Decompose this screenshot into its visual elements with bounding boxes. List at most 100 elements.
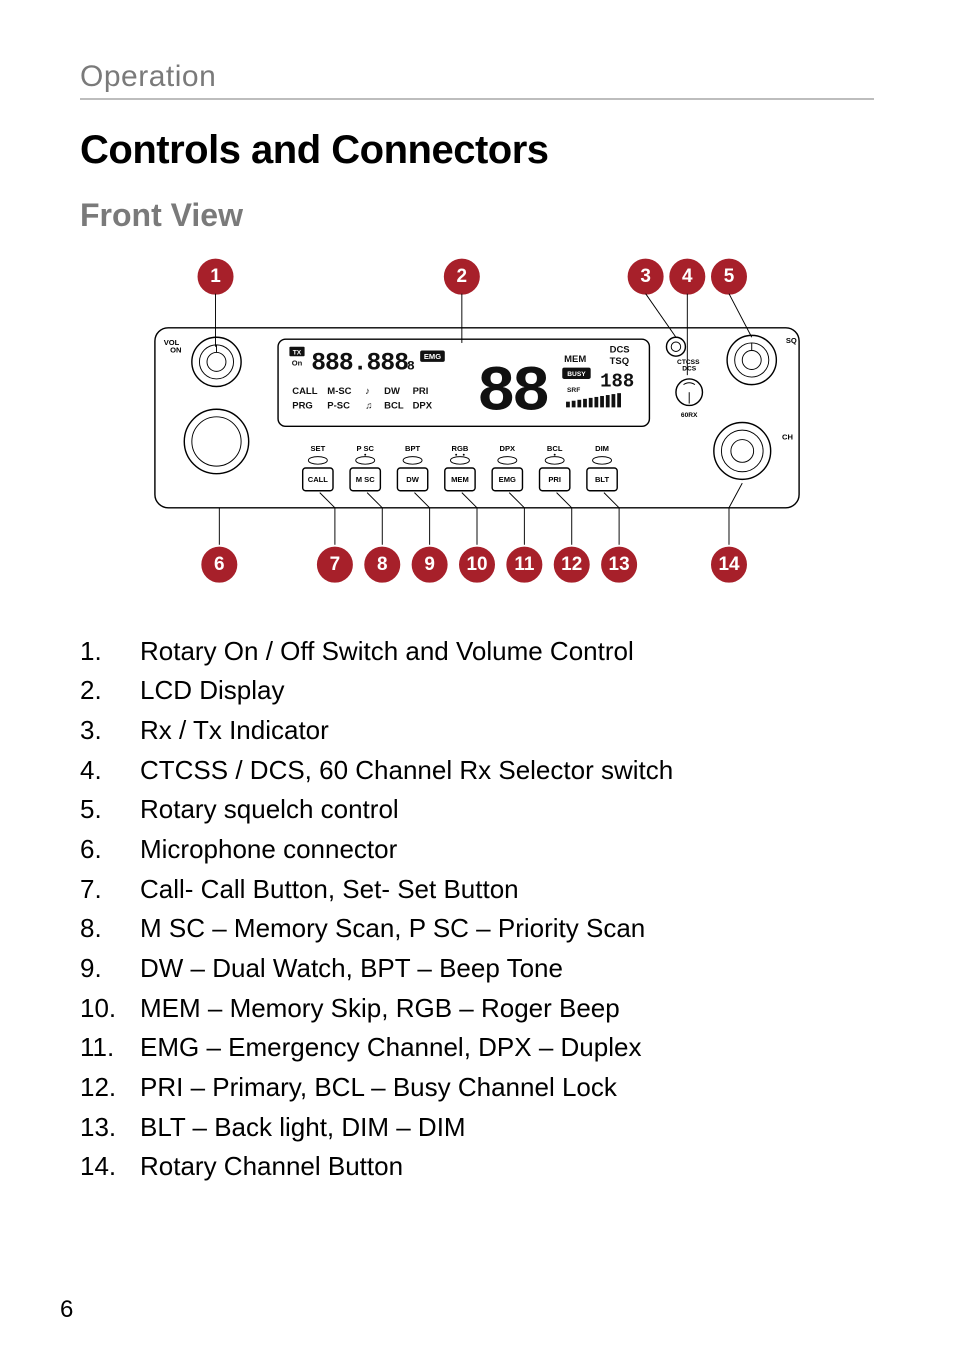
section-label: Operation [80, 60, 874, 100]
callout-4: 4 [668, 258, 706, 296]
legend-item-text: M SC – Memory Scan, P SC – Priority Scan [140, 910, 645, 948]
btn-oval-3 [450, 457, 469, 465]
legend-item: 11.EMG – Emergency Channel, DPX – Duplex [80, 1029, 874, 1067]
legend-item-text: DW – Dual Watch, BPT – Beep Tone [140, 950, 563, 988]
svg-text:7: 7 [330, 554, 341, 575]
callout-12: 12 [553, 546, 591, 584]
svg-text:8: 8 [407, 358, 415, 373]
svg-text:9: 9 [424, 554, 435, 575]
callout-6: 6 [200, 546, 238, 584]
svg-text:SQ: SQ [786, 336, 797, 345]
btn-top-label-0: SET [310, 444, 325, 453]
btn-top-label-2: BPT [405, 444, 421, 453]
legend-item-number: 1. [80, 633, 140, 671]
btn-oval-0 [308, 457, 327, 465]
legend-item-text: MEM – Memory Skip, RGB – Roger Beep [140, 990, 620, 1028]
btn-oval-2 [403, 457, 422, 465]
btn-top-label-4: DPX [500, 444, 516, 453]
callout-10: 10 [458, 546, 496, 584]
svg-text:DCS: DCS [610, 344, 630, 355]
svg-text:10: 10 [466, 554, 487, 575]
legend-item: 10.MEM – Memory Skip, RGB – Roger Beep [80, 990, 874, 1028]
legend-item-text: BLT – Back light, DIM – DIM [140, 1109, 466, 1147]
lcd-row1-4: PRI [413, 386, 429, 397]
svg-text:BUSY: BUSY [567, 371, 586, 378]
svg-text:TSQ: TSQ [610, 356, 629, 367]
svg-text:13: 13 [609, 554, 630, 575]
callout-1: 1 [197, 258, 235, 296]
lcd-row1-3: DW [384, 386, 400, 397]
callout-3: 3 [627, 258, 665, 296]
legend-item-text: Rotary squelch control [140, 791, 399, 829]
svg-text:8: 8 [377, 554, 388, 575]
svg-text:60RX: 60RX [681, 412, 698, 419]
btn-oval-4 [498, 457, 517, 465]
legend-list: 1.Rotary On / Off Switch and Volume Cont… [80, 633, 874, 1187]
btn-bottom-label-5: PRI [548, 475, 561, 484]
front-view-diagram: 12345 VOL ON [80, 252, 874, 603]
svg-text:On: On [292, 359, 303, 368]
legend-item-number: 8. [80, 910, 140, 948]
svg-text:4: 4 [682, 266, 693, 287]
btn-bottom-label-4: EMG [499, 475, 516, 484]
btn-top-label-3: RGB [452, 444, 469, 453]
lcd-channel-big: 88 [477, 356, 548, 429]
svg-text:CTCSS DCS: CTCSS DCS [677, 359, 701, 373]
rx-tx-indicator-icon [666, 337, 685, 356]
callout-13: 13 [600, 546, 638, 584]
legend-item: 4.CTCSS / DCS, 60 Channel Rx Selector sw… [80, 752, 874, 790]
svg-text:12: 12 [561, 554, 582, 575]
svg-text:TX: TX [293, 349, 302, 356]
svg-text:14: 14 [718, 554, 740, 575]
svg-text:5: 5 [724, 266, 735, 287]
legend-item: 9.DW – Dual Watch, BPT – Beep Tone [80, 950, 874, 988]
svg-text:SRF: SRF [567, 387, 580, 394]
legend-item-text: CTCSS / DCS, 60 Channel Rx Selector swit… [140, 752, 673, 790]
btn-oval-5 [545, 457, 564, 465]
legend-item-number: 4. [80, 752, 140, 790]
svg-text:6: 6 [214, 554, 225, 575]
mic-connector-icon [184, 409, 248, 473]
legend-item: 14.Rotary Channel Button [80, 1148, 874, 1186]
legend-item: 6.Microphone connector [80, 831, 874, 869]
legend-item-text: Rotary Channel Button [140, 1148, 403, 1186]
svg-text:11: 11 [514, 554, 534, 575]
radio-front-panel-svg: 12345 VOL ON [117, 252, 837, 603]
legend-item-number: 3. [80, 712, 140, 750]
legend-item-number: 6. [80, 831, 140, 869]
lcd-row2-3: BCL [384, 400, 404, 411]
legend-item: 2.LCD Display [80, 672, 874, 710]
svg-text:EMG: EMG [424, 352, 441, 361]
lcd-frequency: 888.888 [311, 349, 408, 377]
channel-knob-icon [714, 423, 771, 480]
legend-item: 3.Rx / Tx Indicator [80, 712, 874, 750]
svg-text:MEM: MEM [564, 354, 586, 365]
lcd-row2-4: DPX [413, 400, 433, 411]
svg-text:188: 188 [600, 371, 634, 393]
legend-item-text: EMG – Emergency Channel, DPX – Duplex [140, 1029, 641, 1067]
lcd-row1-2: ♪ [365, 386, 370, 397]
callout-7: 7 [316, 546, 354, 584]
lcd-row2-1: P-SC [327, 400, 350, 411]
legend-item-number: 9. [80, 950, 140, 988]
callout-5: 5 [710, 258, 748, 296]
legend-item: 13.BLT – Back light, DIM – DIM [80, 1109, 874, 1147]
btn-bottom-label-3: MEM [451, 475, 469, 484]
legend-item: 8.M SC – Memory Scan, P SC – Priority Sc… [80, 910, 874, 948]
legend-item-text: LCD Display [140, 672, 285, 710]
legend-item-number: 2. [80, 672, 140, 710]
callout-9: 9 [411, 546, 449, 584]
lcd-row2-0: PRG [292, 400, 313, 411]
callout-11: 11 [505, 546, 543, 584]
btn-bottom-label-6: BLT [595, 475, 610, 484]
legend-item: 12.PRI – Primary, BCL – Busy Channel Loc… [80, 1069, 874, 1107]
btn-bottom-label-1: M SC [356, 475, 375, 484]
page-number: 6 [60, 1296, 73, 1324]
signal-bars-icon [566, 393, 627, 407]
legend-item-number: 12. [80, 1069, 140, 1107]
lcd-row1-1: M-SC [327, 386, 351, 397]
svg-text:2: 2 [457, 266, 468, 287]
page-subtitle: Front View [80, 197, 874, 234]
callout-2: 2 [443, 258, 481, 296]
legend-item-number: 10. [80, 990, 140, 1028]
